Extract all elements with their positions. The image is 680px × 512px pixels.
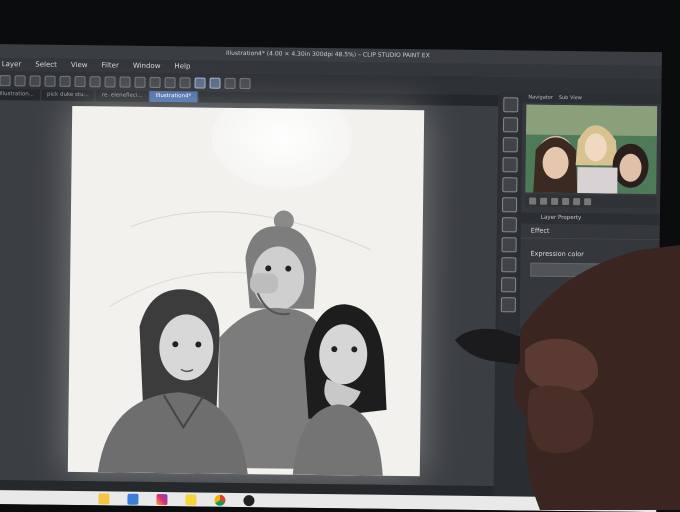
menu-help[interactable]: Help bbox=[174, 60, 190, 73]
snap-icon[interactable] bbox=[179, 76, 191, 88]
ruler-icon[interactable] bbox=[164, 76, 176, 88]
monitor-screen: Illustration4* (4.00 × 4.30in 300dpi 48.… bbox=[0, 44, 662, 512]
deselect-icon[interactable] bbox=[134, 76, 146, 88]
flip-icon[interactable] bbox=[562, 197, 570, 205]
layer-icon[interactable] bbox=[502, 137, 518, 153]
delete-icon[interactable] bbox=[501, 177, 517, 193]
search-icon[interactable] bbox=[500, 297, 516, 313]
navigator-tabs: Navigator Sub View bbox=[522, 92, 662, 105]
navigator-controls bbox=[525, 194, 657, 209]
expression-color-select[interactable] bbox=[530, 262, 650, 279]
menu-layer[interactable]: Layer bbox=[2, 58, 22, 71]
tab-sub-view[interactable]: Sub View bbox=[559, 93, 582, 103]
check-icon[interactable] bbox=[194, 76, 206, 89]
tab-elene[interactable]: re. elenefleci... bbox=[95, 90, 150, 102]
clip-studio-icon[interactable] bbox=[243, 494, 255, 506]
menu-filter[interactable]: Filter bbox=[101, 59, 119, 72]
new-file-icon[interactable] bbox=[0, 74, 11, 86]
reference-photo bbox=[525, 104, 658, 195]
crop-icon[interactable] bbox=[149, 76, 161, 88]
zoom-out-icon[interactable] bbox=[529, 197, 537, 205]
tab-illustration4[interactable]: Illustration4* bbox=[149, 90, 199, 103]
fit-icon[interactable] bbox=[573, 197, 581, 205]
tab-pick-duke[interactable]: pick duke stu... bbox=[40, 89, 96, 102]
rotate-icon[interactable] bbox=[551, 197, 559, 205]
canvas-area[interactable] bbox=[0, 99, 499, 487]
file-explorer-icon[interactable] bbox=[98, 492, 110, 504]
sub-view-reference-photo[interactable] bbox=[525, 104, 658, 195]
transform-icon[interactable] bbox=[119, 76, 131, 88]
instagram-icon[interactable] bbox=[156, 493, 168, 505]
layer-icon[interactable] bbox=[224, 77, 236, 89]
share-icon[interactable] bbox=[239, 77, 251, 89]
loading-icon[interactable] bbox=[74, 75, 86, 87]
palette-icon[interactable] bbox=[501, 217, 517, 233]
navigator-icon[interactable] bbox=[502, 117, 518, 133]
right-panel: Navigator Sub View Layer Property Effect… bbox=[519, 92, 662, 375]
sticky-notes-icon[interactable] bbox=[185, 493, 197, 506]
pen-icon[interactable] bbox=[209, 77, 221, 89]
mail-icon[interactable] bbox=[127, 493, 139, 505]
menu-select[interactable]: Select bbox=[35, 59, 57, 72]
copy-icon[interactable] bbox=[501, 197, 517, 213]
effect-label: Effect bbox=[520, 223, 660, 241]
folder-icon[interactable] bbox=[501, 157, 518, 173]
history-icon[interactable] bbox=[500, 257, 516, 273]
tab-navigator[interactable]: Navigator bbox=[528, 93, 553, 103]
clear-icon[interactable] bbox=[89, 75, 101, 87]
redo-icon[interactable] bbox=[59, 75, 71, 87]
material-icon[interactable] bbox=[500, 237, 517, 253]
zoom-icon[interactable] bbox=[502, 97, 518, 113]
windows-taskbar bbox=[0, 489, 657, 512]
undo-icon[interactable] bbox=[44, 75, 56, 87]
zoom-in-icon[interactable] bbox=[540, 197, 548, 205]
panel-icon-column bbox=[497, 92, 521, 363]
menu-window[interactable]: Window bbox=[133, 60, 161, 73]
menu-view[interactable]: View bbox=[71, 59, 88, 72]
actual-size-icon[interactable] bbox=[584, 197, 592, 205]
open-file-icon[interactable] bbox=[14, 74, 26, 86]
save-icon[interactable] bbox=[29, 74, 41, 87]
fill-icon[interactable] bbox=[104, 75, 116, 87]
tab-illustration[interactable]: Illustration... bbox=[0, 88, 42, 101]
chrome-icon[interactable] bbox=[214, 494, 226, 506]
settings-icon[interactable] bbox=[500, 277, 516, 293]
expression-color-label: Expression color bbox=[530, 249, 584, 259]
drawing-canvas[interactable] bbox=[67, 105, 425, 477]
